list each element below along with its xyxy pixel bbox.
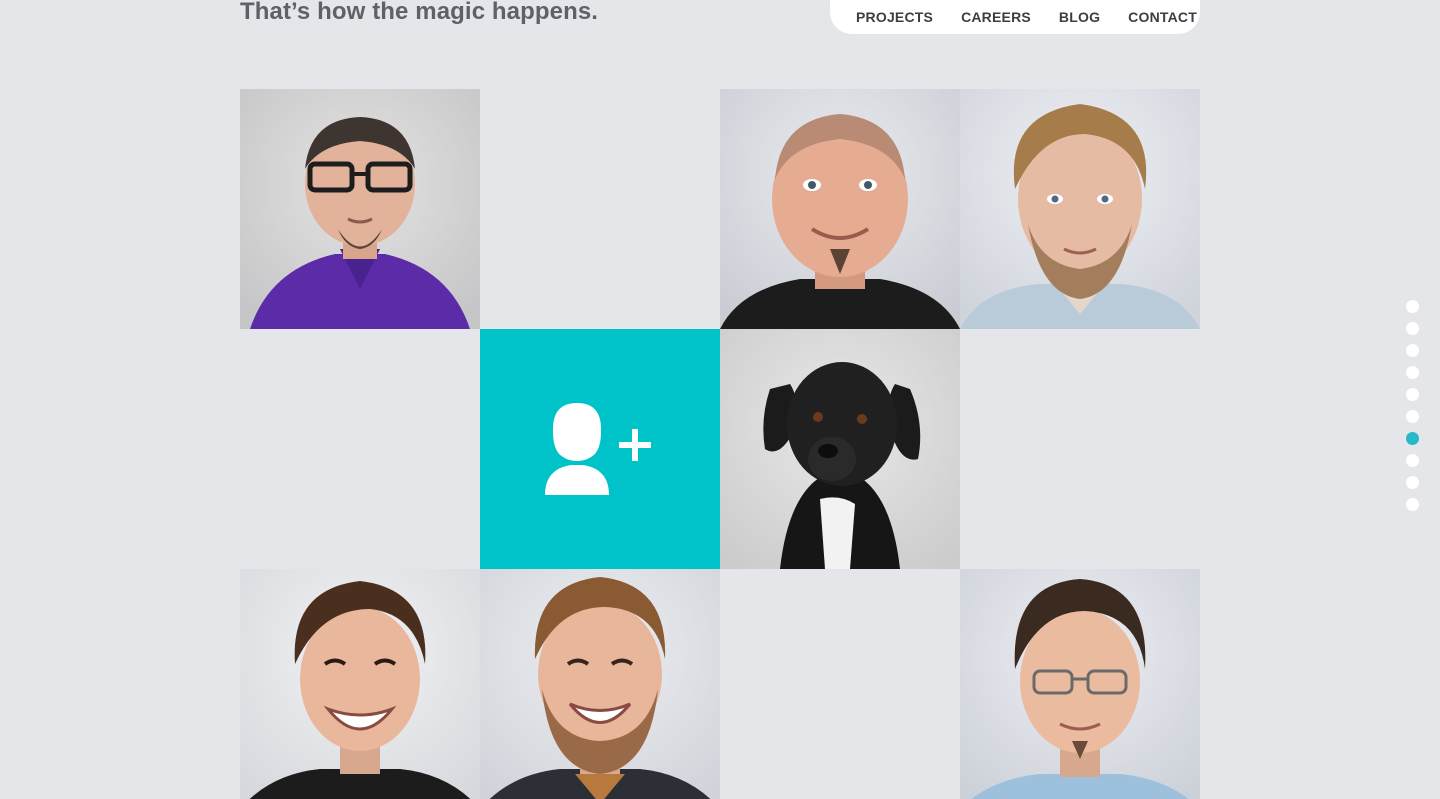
nav-link-contact[interactable]: CONTACT — [1128, 9, 1197, 25]
portrait-black-dog — [720, 329, 960, 569]
team-member-photo[interactable] — [240, 569, 480, 799]
portrait-blond-man-beard — [960, 89, 1200, 329]
section-dot-navigation — [1406, 300, 1420, 520]
section-dot[interactable] — [1406, 322, 1419, 335]
team-member-photo[interactable] — [960, 569, 1200, 799]
nav-link-blog[interactable]: BLOG — [1059, 9, 1100, 25]
portrait-man-glasses-smiling — [960, 569, 1200, 799]
empty-tile — [240, 329, 480, 569]
section-dot[interactable] — [1406, 476, 1419, 489]
team-member-photo[interactable] — [480, 569, 720, 799]
section-dot[interactable] — [1406, 454, 1419, 467]
top-navigation: PROJECTS CAREERS BLOG CONTACT — [830, 0, 1200, 34]
section-dot-active[interactable] — [1406, 432, 1419, 445]
page-headline: That’s how the magic happens. — [240, 0, 599, 25]
add-team-member-button[interactable] — [480, 329, 720, 569]
section-dot[interactable] — [1406, 366, 1419, 379]
empty-tile — [480, 89, 720, 329]
portrait-bearded-man-laughing — [480, 569, 720, 799]
portrait-young-man-laughing — [240, 569, 480, 799]
team-member-photo[interactable] — [960, 89, 1200, 329]
portrait-bald-man-smiling — [720, 89, 960, 329]
section-dot[interactable] — [1406, 498, 1419, 511]
nav-link-careers[interactable]: CAREERS — [961, 9, 1031, 25]
nav-link-projects[interactable]: PROJECTS — [856, 9, 933, 25]
section-dot[interactable] — [1406, 388, 1419, 401]
empty-tile — [720, 569, 960, 799]
section-dot[interactable] — [1406, 300, 1419, 313]
team-member-photo[interactable] — [240, 89, 480, 329]
section-dot[interactable] — [1406, 344, 1419, 357]
section-dot[interactable] — [1406, 410, 1419, 423]
add-user-icon — [545, 403, 651, 495]
team-member-photo[interactable] — [720, 89, 960, 329]
team-grid — [240, 89, 1200, 799]
empty-tile — [960, 329, 1200, 569]
team-member-photo[interactable] — [720, 329, 960, 569]
portrait-man-glasses-purple-shirt — [240, 89, 480, 329]
